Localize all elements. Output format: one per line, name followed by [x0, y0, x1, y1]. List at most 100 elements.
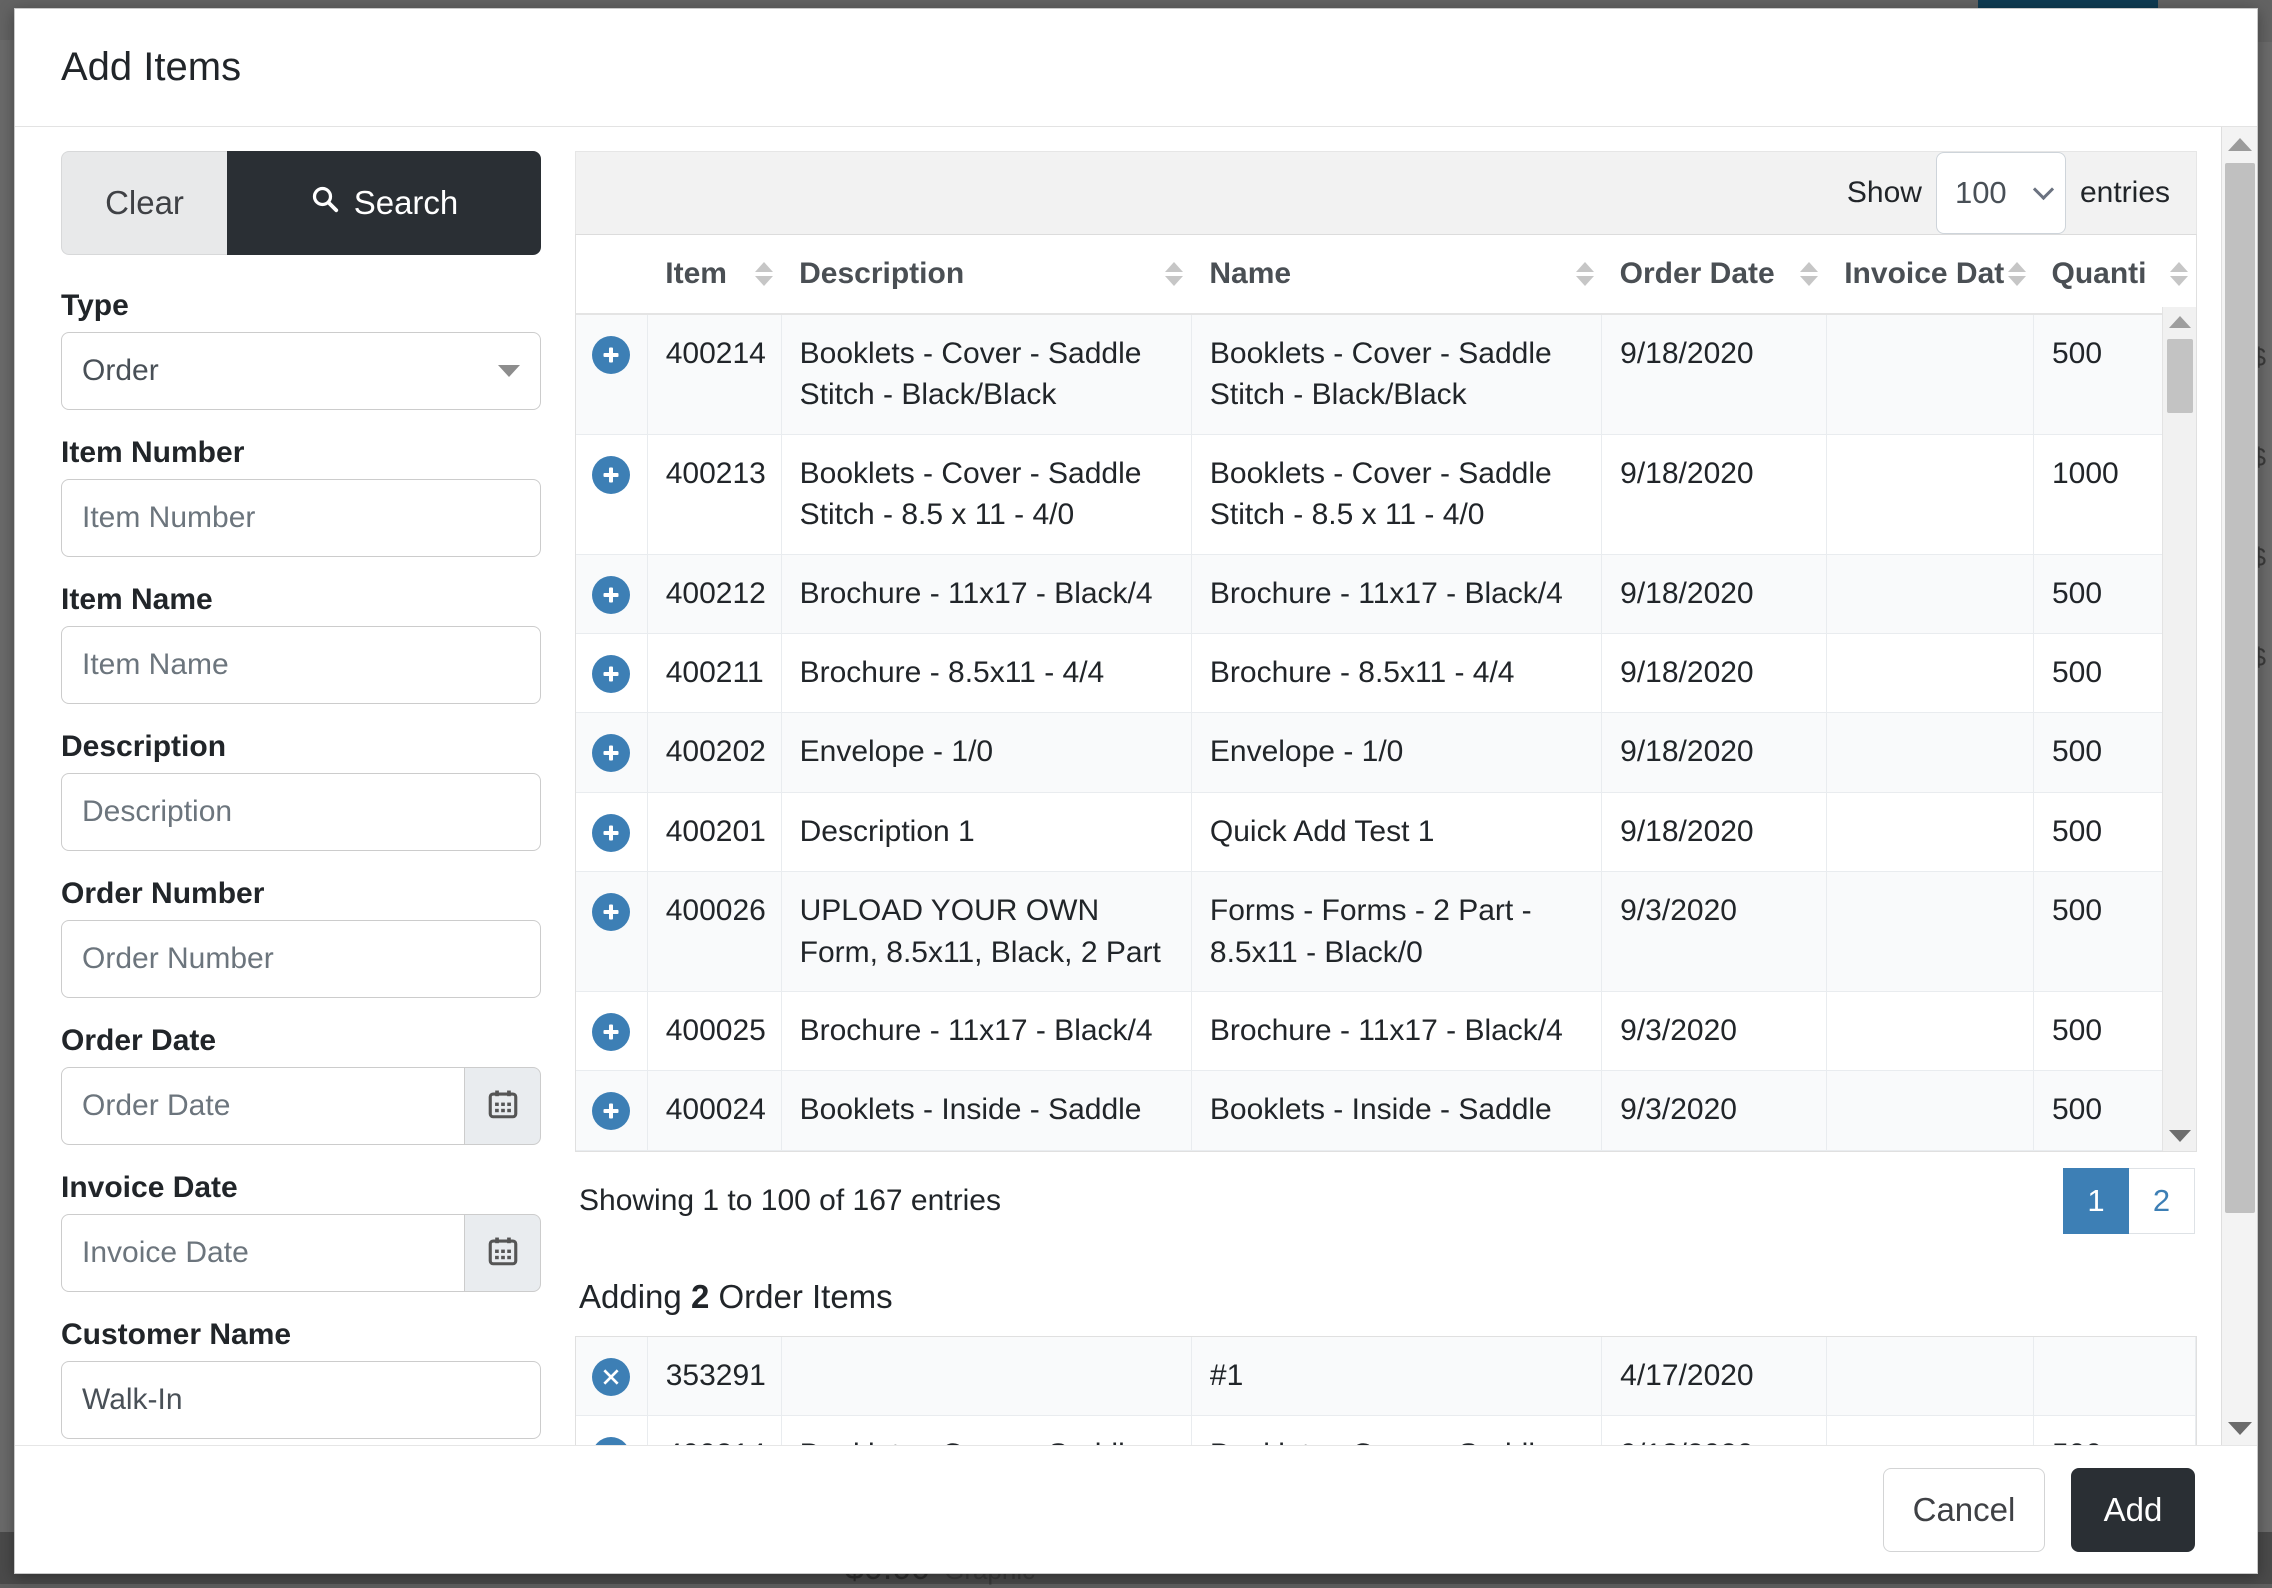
remove-row-icon[interactable]: [592, 1437, 631, 1445]
scrollbar-thumb[interactable]: [2166, 339, 2193, 413]
add-row-icon[interactable]: [592, 336, 631, 374]
cell-item: 400212: [647, 554, 782, 634]
cell-name: Booklets - Cover - Saddle Stitch - Black…: [1191, 1415, 1603, 1445]
col-quantity[interactable]: Quanti: [2033, 235, 2196, 315]
add-row-icon[interactable]: [592, 1092, 631, 1131]
row-action-cell: [576, 1070, 648, 1151]
cell-description: Description 1: [781, 792, 1192, 873]
add-row-icon[interactable]: [592, 654, 631, 693]
background-left-column: [0, 40, 14, 1532]
cancel-button[interactable]: Cancel: [1883, 1467, 2045, 1552]
field-label-description: Description: [61, 730, 227, 763]
results-scrollbar[interactable]: [2162, 307, 2196, 1151]
order-date-group: Order Date: [61, 1067, 541, 1145]
adding-title-suffix: Order Items: [718, 1277, 893, 1315]
cell-name: Forms - Forms - 2 Part - 8.5x11 - Black/…: [1191, 871, 1603, 992]
order-date-input[interactable]: Order Date: [61, 1067, 465, 1145]
row-action-cell: [576, 314, 648, 435]
sort-icon: [2007, 262, 2026, 286]
adding-title-prefix: Adding: [579, 1277, 682, 1315]
scrollbar-thumb[interactable]: [2224, 163, 2255, 1213]
col-description[interactable]: Description: [781, 235, 1192, 315]
field-item-name: Item Name Item Name: [61, 583, 541, 704]
cell-name: #1: [1191, 1336, 1603, 1417]
results-table-wrap: Item Description Name Order Date Invoice…: [575, 234, 2197, 1152]
order-number-input[interactable]: Order Number: [61, 920, 541, 998]
search-icon: [310, 184, 340, 222]
order-date-calendar-button[interactable]: [465, 1067, 541, 1145]
cell-order-date: 9/18/2020: [1601, 314, 1827, 435]
type-select[interactable]: Order: [61, 332, 541, 410]
scroll-up-icon[interactable]: [2222, 127, 2257, 161]
cell-description: Booklets - Cover - Saddle Stitch - Black…: [781, 314, 1192, 435]
cell-name: Booklets - Cover - Saddle Stitch - 8.5 x…: [1191, 434, 1603, 555]
invoice-date-calendar-button[interactable]: [465, 1214, 541, 1292]
calendar-icon: [486, 1087, 520, 1126]
table-row: 353291 #1 4/17/2020: [576, 1336, 2196, 1417]
col-order-date[interactable]: Order Date: [1601, 235, 1827, 315]
row-action-cell: [576, 871, 648, 992]
cell-invoice-date: [1826, 314, 2035, 435]
page-title: Add Items: [61, 45, 242, 89]
col-item[interactable]: Item: [647, 235, 782, 315]
adding-table-wrap: 353291#14/17/2020400214 Booklets - Cover …: [575, 1335, 2197, 1445]
field-order-number: Order Number Order Number: [61, 877, 541, 998]
cell-invoice-date: [1826, 1070, 2035, 1151]
filter-button-group: Clear Search: [61, 151, 541, 255]
cell-order-date: 9/18/2020: [1601, 554, 1827, 634]
modal-body: Clear Search Type Order Item Number Item…: [15, 127, 2257, 1445]
col-actions: [576, 235, 648, 315]
add-row-icon[interactable]: [592, 813, 631, 852]
add-row-icon[interactable]: [592, 575, 631, 614]
row-action-cell: [576, 1415, 648, 1445]
add-row-icon[interactable]: [592, 455, 631, 494]
scroll-down-icon[interactable]: [2163, 1121, 2196, 1151]
scroll-down-icon[interactable]: [2222, 1411, 2257, 1445]
modal-scrollbar[interactable]: [2221, 127, 2257, 1445]
page-button-2[interactable]: 2: [2129, 1167, 2195, 1234]
results-header-row: Item Description Name Order Date Invoice…: [576, 235, 2196, 315]
cell-quantity: [2033, 1336, 2196, 1417]
remove-row-icon[interactable]: [592, 1357, 631, 1396]
table-row: 400024 Booklets - Inside - Saddle Booklets…: [576, 1070, 2196, 1151]
field-label-order-number: Order Number: [61, 877, 265, 910]
field-customer-name: Customer Name Walk-In: [61, 1318, 541, 1439]
cell-order-date: 9/3/2020: [1601, 991, 1827, 1072]
cell-description: Brochure - 11x17 - Black/4: [781, 991, 1192, 1072]
type-select-value: Order: [82, 354, 159, 387]
table-row: 400026 UPLOAD YOUR OWN Form, 8.5x11, Blac…: [576, 871, 2196, 992]
field-description: Description Description: [61, 730, 541, 851]
page-button-1[interactable]: 1: [2063, 1167, 2129, 1234]
cell-description: Brochure - 11x17 - Black/4: [781, 554, 1192, 634]
field-label-item-number: Item Number: [61, 436, 245, 469]
add-button[interactable]: Add: [2071, 1467, 2195, 1552]
cell-invoice-date: [1826, 712, 2035, 793]
add-row-icon[interactable]: [592, 893, 631, 932]
scroll-up-icon[interactable]: [2163, 307, 2196, 337]
item-name-input[interactable]: Item Name: [61, 626, 541, 704]
invoice-date-input[interactable]: Invoice Date: [61, 1214, 465, 1292]
field-label-order-date: Order Date: [61, 1024, 217, 1057]
cell-name: Booklets - Cover - Saddle Stitch - Black…: [1191, 314, 1603, 435]
cell-invoice-date: [1826, 792, 2035, 873]
cell-item: 400214: [647, 314, 782, 435]
filter-panel: Clear Search Type Order Item Number Item…: [15, 127, 575, 1445]
row-action-cell: [576, 991, 648, 1072]
cell-item: 400024: [647, 1070, 782, 1151]
item-number-input[interactable]: Item Number: [61, 479, 541, 557]
col-name[interactable]: Name: [1191, 235, 1602, 315]
search-button[interactable]: Search: [227, 151, 541, 255]
sort-icon: [1800, 262, 1819, 286]
cell-item: 400214: [647, 1415, 782, 1445]
sort-icon: [1165, 262, 1184, 286]
customer-name-input[interactable]: Walk-In: [61, 1361, 541, 1439]
clear-button[interactable]: Clear: [61, 151, 227, 255]
entries-per-page-select[interactable]: 100: [1935, 152, 2066, 234]
description-input[interactable]: Description: [61, 773, 541, 851]
add-row-icon[interactable]: [592, 1012, 631, 1051]
cell-item: 400211: [647, 633, 782, 714]
results-table: Item Description Name Order Date Invoice…: [576, 235, 2196, 1151]
add-row-icon[interactable]: [592, 734, 631, 773]
modal-header: Add Items: [15, 9, 2257, 127]
col-invoice-date[interactable]: Invoice Dat: [1826, 235, 2034, 315]
